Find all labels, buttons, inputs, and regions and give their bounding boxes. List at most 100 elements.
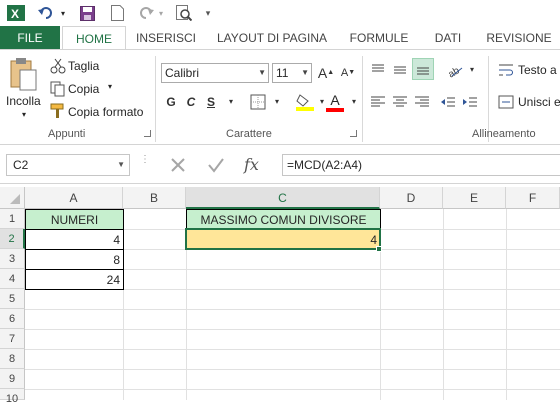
save-icon[interactable] (78, 3, 96, 23)
tab-formule[interactable]: FORMULE (340, 26, 418, 50)
borders-dropdown-icon[interactable]: ▾ (267, 92, 287, 112)
name-box[interactable]: C2 ▼ (6, 154, 130, 176)
align-top-icon[interactable] (370, 62, 386, 78)
gridline (443, 209, 444, 400)
orientation-dropdown-icon[interactable]: ▾ (462, 60, 482, 80)
customize-icon[interactable]: ▾ (202, 3, 214, 23)
row-header-5[interactable]: 5 (0, 289, 25, 309)
row-header-6[interactable]: 6 (0, 309, 25, 329)
shrink-font-button[interactable]: A▼ (338, 63, 358, 83)
row-header-8[interactable]: 8 (0, 349, 25, 369)
tab-layout[interactable]: LAYOUT DI PAGINA (206, 26, 338, 50)
font-size-value: 11 (276, 66, 289, 80)
format-painter-button[interactable]: Copia formato (68, 105, 143, 119)
underline-dropdown-icon[interactable]: ▾ (221, 92, 241, 112)
tab-dati[interactable]: DATI (420, 26, 476, 50)
paste-icon[interactable] (8, 56, 40, 92)
cell-a3[interactable]: 8 (25, 249, 124, 270)
merge-center-icon[interactable] (498, 94, 514, 110)
copy-icon[interactable] (50, 81, 66, 97)
cut-button[interactable]: Taglia (68, 59, 99, 73)
down-arrow-icon: ▼ (348, 69, 356, 76)
clipboard-launcher-icon[interactable] (144, 130, 151, 137)
row-header-7[interactable]: 7 (0, 329, 25, 349)
select-all-corner[interactable] (0, 187, 25, 209)
redo-icon[interactable] (136, 3, 156, 23)
decrease-indent-icon[interactable] (440, 94, 456, 110)
redo-dropdown-icon[interactable]: ▾ (156, 3, 166, 23)
row-header-10[interactable]: 10 (0, 389, 25, 405)
row-header-9[interactable]: 9 (0, 369, 25, 389)
row-header-1[interactable]: 1 (0, 209, 25, 229)
svg-text:ab: ab (446, 65, 462, 78)
wrap-text-button[interactable]: Testo a (518, 63, 557, 77)
undo-icon[interactable] (36, 3, 56, 23)
underline-button[interactable]: S (201, 92, 221, 112)
cell-a2[interactable]: 4 (25, 229, 124, 250)
row-header-2[interactable]: 2 (0, 229, 25, 249)
enter-icon[interactable] (206, 155, 230, 175)
tab-file[interactable]: FILE (0, 26, 60, 50)
merge-center-button[interactable]: Unisci e (518, 95, 560, 109)
copy-button[interactable]: Copia (68, 82, 99, 96)
column-header-d[interactable]: D (380, 187, 443, 209)
column-header-c[interactable]: C (186, 187, 380, 209)
cell-c1[interactable]: MASSIMO COMUN DIVISORE (186, 209, 381, 230)
font-launcher-icon[interactable] (350, 130, 357, 137)
borders-icon[interactable] (250, 94, 266, 110)
group-separator (155, 56, 156, 142)
gridline (25, 369, 560, 370)
wrap-text-icon[interactable] (498, 62, 514, 78)
tab-inserisci[interactable]: INSERISCI (128, 26, 204, 50)
gridline (25, 349, 560, 350)
font-name-combo[interactable]: Calibri ▼ (161, 63, 269, 83)
increase-indent-icon[interactable] (462, 94, 478, 110)
row-header-4[interactable]: 4 (0, 269, 25, 289)
align-middle-icon[interactable] (392, 62, 408, 78)
tab-home[interactable]: HOME (62, 26, 126, 50)
column-header-e[interactable]: E (443, 187, 506, 209)
formula-input[interactable]: =MCD(A2:A4) (282, 154, 560, 176)
tab-revisione[interactable]: REVISIONE (478, 26, 560, 50)
gridline (506, 209, 507, 400)
row-header-3[interactable]: 3 (0, 249, 25, 269)
formula-bar: C2 ▼ ⋮ fx =MCD(A2:A4) (0, 146, 560, 184)
cancel-icon[interactable] (168, 155, 192, 175)
new-file-icon[interactable] (108, 3, 126, 23)
align-bottom-icon[interactable] (412, 58, 434, 80)
ribbon: Incolla ▾ Taglia Copia ▾ Copia formato A… (0, 49, 560, 145)
align-left-icon[interactable] (370, 94, 386, 110)
column-header-f[interactable]: F (506, 187, 560, 209)
worksheet-grid[interactable]: A B C D E F 1 2 3 4 5 6 7 8 9 10 NUMERI … (0, 187, 560, 405)
font-color-dropdown-icon[interactable]: ▾ (344, 92, 364, 112)
undo-dropdown-icon[interactable]: ▾ (58, 3, 68, 23)
format-painter-icon[interactable] (50, 103, 66, 119)
font-color-button[interactable]: A (326, 92, 344, 112)
paste-button[interactable]: Incolla (6, 94, 41, 108)
print-preview-icon[interactable] (174, 3, 194, 23)
font-size-combo[interactable]: 11 ▼ (272, 63, 312, 83)
paste-dropdown-icon[interactable]: ▾ (22, 110, 26, 119)
quick-access-toolbar: X ▾ ▾ ▾ (0, 0, 560, 26)
resize-handle-icon[interactable]: ⋮ (140, 155, 150, 172)
fill-handle[interactable] (376, 246, 382, 252)
align-right-icon[interactable] (414, 94, 430, 110)
cell-a4[interactable]: 24 (25, 269, 124, 290)
font-name-value: Calibri (165, 66, 200, 80)
insert-function-icon[interactable]: fx (244, 155, 270, 175)
copy-dropdown-icon[interactable]: ▾ (108, 82, 112, 91)
clipboard-group-label: Appunti (48, 128, 86, 140)
up-arrow-icon: ▲ (327, 69, 335, 76)
align-center-icon[interactable] (392, 94, 408, 110)
grow-font-button[interactable]: A▲ (316, 63, 336, 83)
column-header-a[interactable]: A (25, 187, 123, 209)
bold-button[interactable]: G (161, 92, 181, 112)
italic-button[interactable]: C (181, 92, 201, 112)
gridline (25, 389, 560, 390)
scissors-icon[interactable] (50, 58, 66, 74)
alignment-group-label: Allineamento (472, 128, 536, 140)
cell-a1[interactable]: NUMERI (25, 209, 124, 230)
gridline (25, 309, 560, 310)
column-header-b[interactable]: B (123, 187, 186, 209)
chevron-down-icon: ▼ (301, 68, 309, 77)
